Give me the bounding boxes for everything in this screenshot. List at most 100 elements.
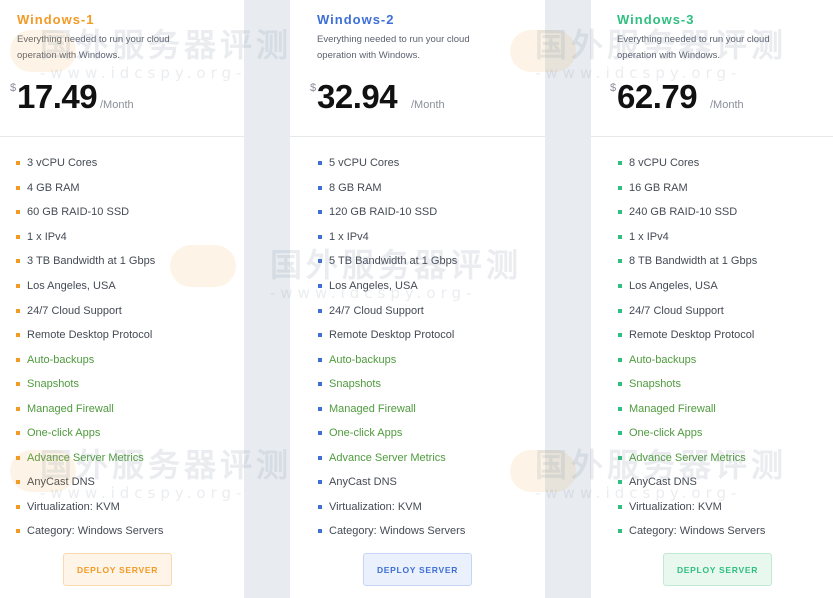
price-period: /Month [411,99,445,111]
feature-item: Remote Desktop Protocol [618,323,765,348]
bullet-icon [618,308,622,313]
feature-item: 3 TB Bandwidth at 1 Gbps [16,249,163,274]
bullet-icon [618,480,622,485]
feature-item: Virtualization: KVM [16,495,163,520]
feature-text: Virtualization: KVM [329,500,422,513]
feature-item: 16 GB RAM [618,176,765,201]
feature-text: 1 x IPv4 [329,230,369,243]
feature-item: Auto-backups [618,347,765,372]
feature-text: 16 GB RAM [629,181,688,194]
feature-item: AnyCast DNS [318,470,465,495]
bullet-icon [318,259,322,264]
feature-item: 24/7 Cloud Support [16,298,163,323]
deploy-server-button[interactable]: DEPLOY SERVER [663,553,772,586]
feature-item: Category: Windows Servers [618,519,765,544]
plan-header: Windows-2 Everything needed to run your … [290,0,545,137]
bullet-icon [16,357,20,362]
plan-header: Windows-1 Everything needed to run your … [0,0,244,137]
bullet-icon [16,480,20,485]
feature-item: Managed Firewall [618,396,765,421]
bullet-icon [16,406,20,411]
feature-text: 3 TB Bandwidth at 1 Gbps [27,255,156,268]
feature-item: Advance Server Metrics [618,446,765,471]
feature-text: AnyCast DNS [27,476,95,489]
feature-text: 24/7 Cloud Support [629,304,724,317]
bullet-icon [16,185,20,190]
feature-text: Auto-backups [329,353,397,366]
bullet-icon [16,234,20,239]
feature-text: 5 vCPU Cores [329,157,400,170]
bullet-icon [318,382,322,387]
gutter-left [244,0,290,598]
feature-item: 5 vCPU Cores [318,151,465,176]
feature-text: Category: Windows Servers [629,525,766,538]
feature-text: Los Angeles, USA [629,280,718,292]
feature-item: Remote Desktop Protocol [16,323,163,348]
bullet-icon [16,161,20,166]
bullet-icon [16,259,20,264]
feature-text: 120 GB RAID-10 SSD [329,206,438,219]
feature-text: 60 GB RAID-10 SSD [27,206,130,219]
gutter-right [545,0,591,598]
feature-text: One-click Apps [27,427,101,440]
bullet-icon [318,529,322,534]
feature-text: Remote Desktop Protocol [329,329,455,342]
price-amount: 32.94 [317,78,398,115]
feature-item: 1 x IPv4 [318,225,465,250]
feature-text: Auto-backups [27,353,95,366]
plan-card-windows-1: Windows-1 Everything needed to run your … [0,0,244,598]
price-period: /Month [710,99,744,111]
feature-item: Advance Server Metrics [318,446,465,471]
plan-description: Everything needed to run your cloud oper… [317,34,470,61]
bullet-icon [618,529,622,534]
feature-text: Remote Desktop Protocol [27,329,153,342]
feature-item: Category: Windows Servers [318,519,465,544]
feature-text: Managed Firewall [27,402,114,415]
plan-description: Everything needed to run your cloud oper… [17,34,170,61]
feature-item: Snapshots [618,372,765,397]
feature-item: One-click Apps [16,421,163,446]
feature-item: Snapshots [318,372,465,397]
feature-item: Managed Firewall [16,396,163,421]
feature-text: Virtualization: KVM [629,500,722,513]
feature-item: Managed Firewall [318,396,465,421]
feature-text: 5 TB Bandwidth at 1 Gbps [329,255,458,268]
bullet-icon [618,259,622,264]
bullet-icon [16,504,20,509]
deploy-server-button[interactable]: DEPLOY SERVER [363,553,472,586]
feature-text: 24/7 Cloud Support [329,304,424,317]
feature-item: Advance Server Metrics [16,446,163,471]
feature-item: Remote Desktop Protocol [318,323,465,348]
feature-text: Advance Server Metrics [329,451,446,464]
feature-item: 24/7 Cloud Support [618,298,765,323]
bullet-icon [16,529,20,534]
feature-text: 1 x IPv4 [27,230,67,243]
bullet-icon [16,308,20,313]
currency-symbol: $ [10,82,17,94]
feature-item: Los Angeles, USA [618,274,765,299]
feature-list: 8 vCPU Cores 16 GB RAM 240 GB RAID-10 SSD 1… [618,151,765,544]
price-amount: 62.79 [617,78,698,115]
bullet-icon [618,333,622,338]
bullet-icon [618,185,622,190]
bullet-icon [318,431,322,436]
feature-text: Snapshots [27,378,79,391]
bullet-icon [318,234,322,239]
bullet-icon [618,406,622,411]
bullet-icon [618,357,622,362]
feature-item: 1 x IPv4 [618,225,765,250]
bullet-icon [16,382,20,387]
bullet-icon [318,406,322,411]
bullet-icon [618,455,622,460]
bullet-icon [16,455,20,460]
feature-item: Auto-backups [16,347,163,372]
feature-text: Advance Server Metrics [629,451,746,464]
feature-text: 3 vCPU Cores [27,157,98,170]
feature-item: Snapshots [16,372,163,397]
feature-item: Los Angeles, USA [318,274,465,299]
deploy-server-button[interactable]: DEPLOY SERVER [63,553,172,586]
feature-item: Los Angeles, USA [16,274,163,299]
bullet-icon [618,504,622,509]
feature-item: One-click Apps [618,421,765,446]
bullet-icon [318,161,322,166]
